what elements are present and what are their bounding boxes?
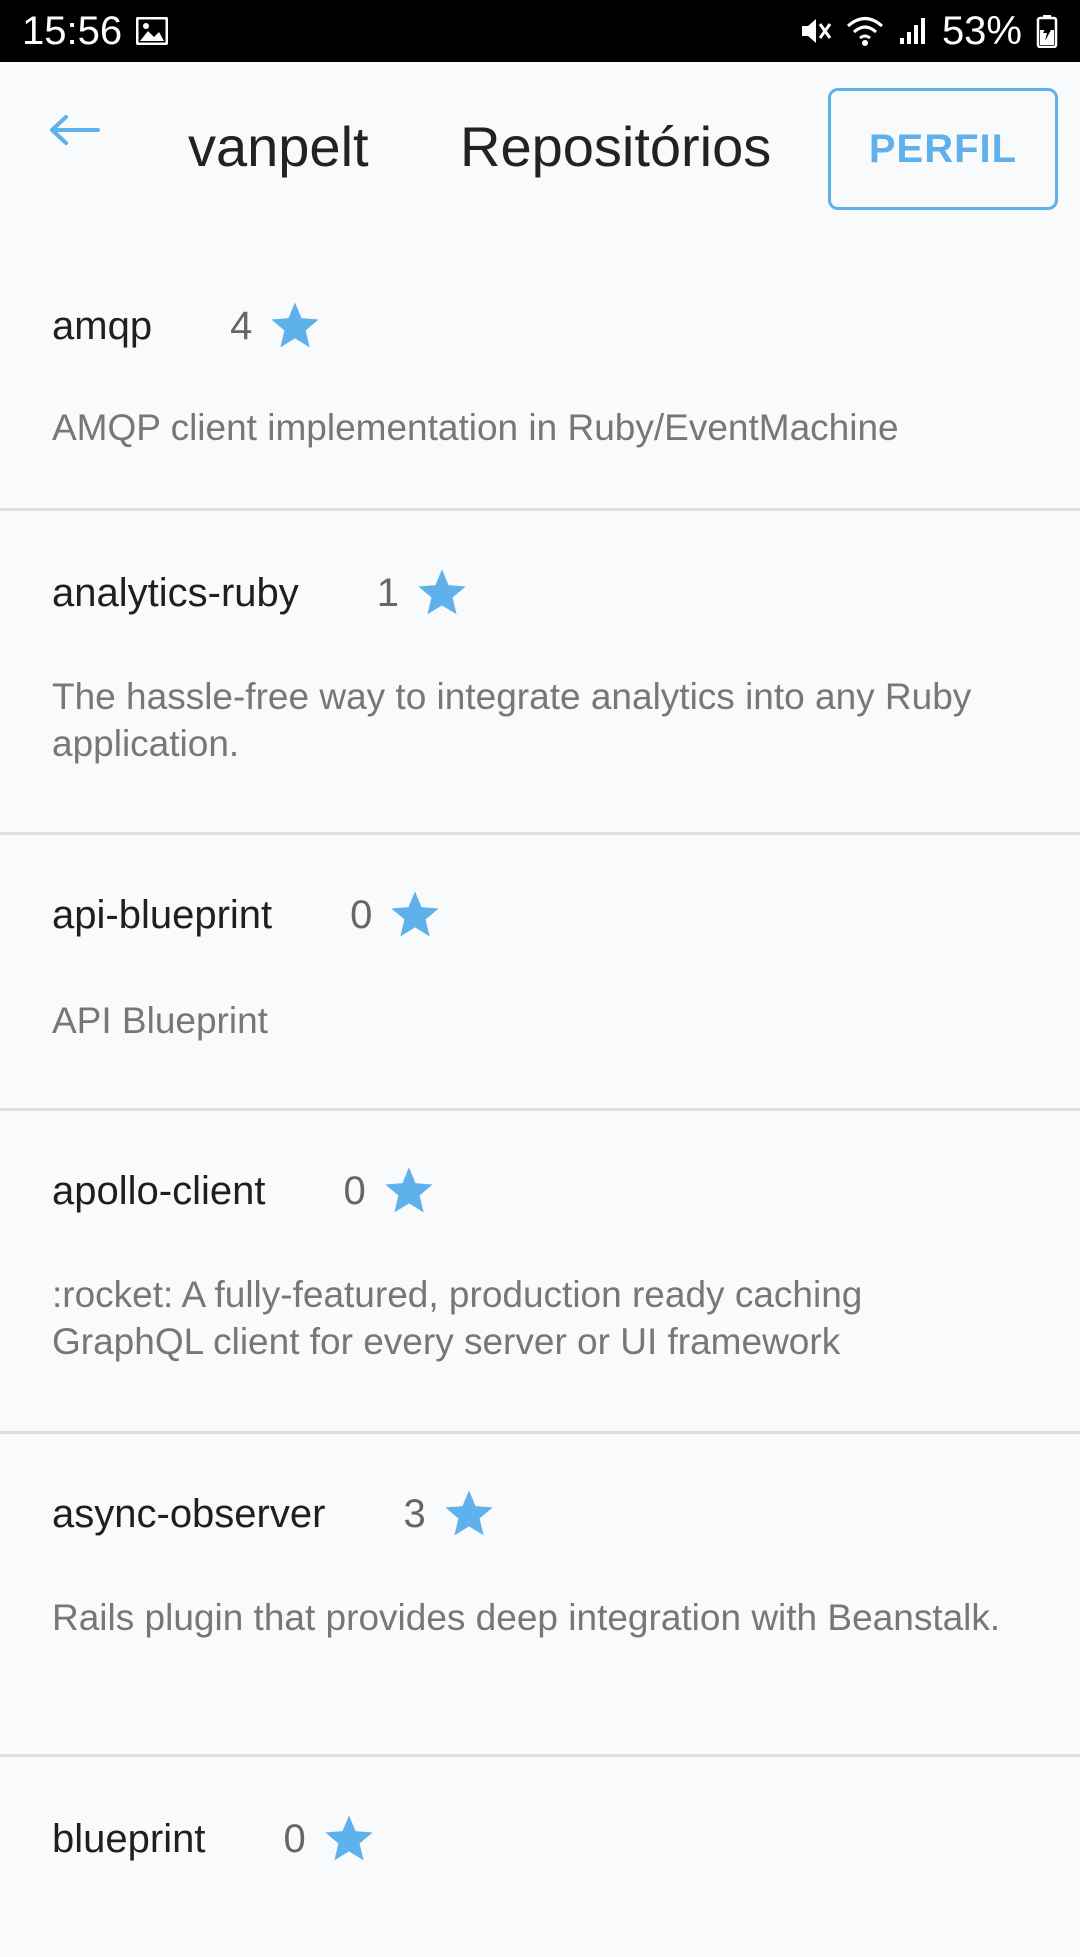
list-item[interactable]: async-observer 3 Rails plugin that provi… xyxy=(0,1434,1080,1757)
repo-name: apollo-client xyxy=(52,1168,266,1213)
repo-header: async-observer 3 xyxy=(52,1484,496,1544)
repo-description: The hassle-free way to integrate analyti… xyxy=(52,676,972,764)
star-count: 3 xyxy=(403,1491,426,1536)
list-item[interactable]: apollo-client 0 :rocket: A fully-feature… xyxy=(0,1111,1080,1434)
list-item[interactable]: amqp 4 AMQP client implementation in Rub… xyxy=(0,240,1080,511)
repo-header: blueprint 0 xyxy=(52,1809,376,1869)
arrow-left-icon xyxy=(48,114,100,151)
star-icon xyxy=(415,567,469,619)
star-icon xyxy=(388,889,442,941)
mute-icon xyxy=(798,14,832,48)
star-count: 0 xyxy=(283,1816,306,1861)
image-icon xyxy=(136,17,169,45)
status-bar: 15:56 53% xyxy=(0,0,1080,62)
star-icon xyxy=(382,1165,436,1217)
list-item[interactable]: analytics-ruby 1 The hassle-free way to … xyxy=(0,511,1080,835)
status-right: 53% xyxy=(798,9,1058,54)
star-count: 0 xyxy=(350,892,373,937)
status-time: 15:56 xyxy=(22,8,123,53)
wifi-icon xyxy=(846,15,884,47)
app-header: vanpelt Repositórios PERFIL xyxy=(0,62,1080,240)
battery-icon xyxy=(1036,14,1058,48)
list-item[interactable]: blueprint 0 xyxy=(0,1757,1080,1957)
repo-name: blueprint xyxy=(52,1816,206,1861)
repo-description: API Blueprint xyxy=(52,1000,268,1041)
repo-name: amqp xyxy=(52,303,153,348)
repo-description: AMQP client implementation in Ruby/Event… xyxy=(52,407,899,448)
star-count: 1 xyxy=(376,570,400,615)
repo-list: amqp 4 AMQP client implementation in Rub… xyxy=(0,240,1080,1957)
repo-header: analytics-ruby 1 xyxy=(52,563,469,623)
battery-percent: 53% xyxy=(941,8,1022,53)
back-button[interactable] xyxy=(44,110,104,154)
repo-header: apollo-client 0 xyxy=(52,1161,436,1221)
star-icon xyxy=(322,1813,376,1865)
repo-header: amqp 4 xyxy=(52,296,322,356)
star-icon xyxy=(268,300,322,352)
profile-button[interactable]: PERFIL xyxy=(828,88,1058,210)
star-count: 0 xyxy=(343,1168,366,1213)
repo-name: analytics-ruby xyxy=(52,570,299,615)
repo-description: :rocket: A fully-featured, production re… xyxy=(52,1274,863,1362)
repo-description: Rails plugin that provides deep integrat… xyxy=(52,1597,1001,1638)
signal-icon xyxy=(898,16,928,46)
repo-name: async-observer xyxy=(52,1491,326,1536)
user-name: vanpelt xyxy=(188,115,369,178)
list-item[interactable]: api-blueprint 0 API Blueprint xyxy=(0,835,1080,1111)
star-icon xyxy=(442,1488,496,1540)
status-left: 15:56 xyxy=(22,8,169,54)
page-title: Repositórios xyxy=(460,115,772,178)
repo-name: api-blueprint xyxy=(52,892,273,937)
star-count: 4 xyxy=(230,303,253,348)
repo-header: api-blueprint 0 xyxy=(52,885,442,945)
